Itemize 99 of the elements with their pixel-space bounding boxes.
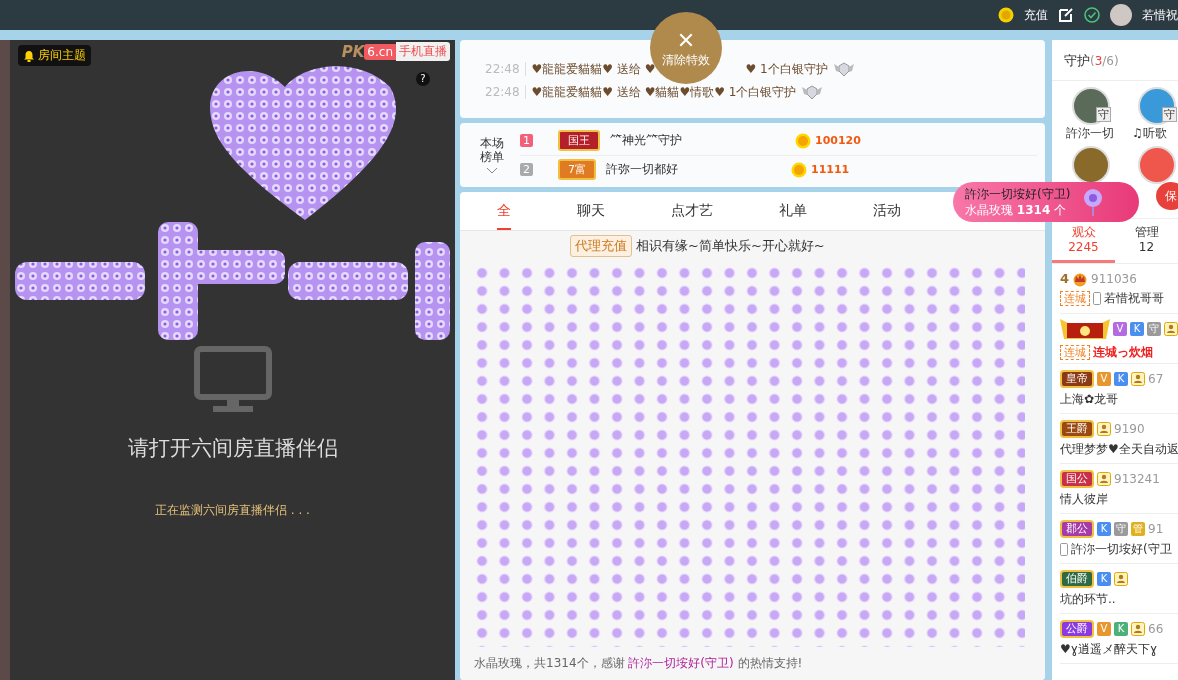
- noble-title-badge: 国公: [1060, 469, 1094, 488]
- viewer-row[interactable]: 郡公 K 守 管 91 許沵一切垵好(守卫: [1060, 514, 1178, 564]
- guard-name[interactable]: ♫听歌: [1132, 125, 1167, 142]
- chat-tab[interactable]: 点才艺: [671, 192, 713, 230]
- privilege-badge: V: [1097, 371, 1111, 386]
- viewer-row[interactable]: 皇帝 V K 67 上海✿龙哥: [1060, 364, 1178, 414]
- privilege-badge: K: [1097, 571, 1111, 586]
- coin-icon: [998, 7, 1014, 23]
- user-link[interactable]: 許沵一切垵好(守卫): [628, 656, 734, 670]
- gift-message: ♥ 1个白银守护: [745, 60, 828, 78]
- chevron-down-icon: [486, 167, 498, 174]
- noble-title-badge: 伯爵: [1060, 569, 1094, 588]
- chat-tab[interactable]: 礼单: [779, 192, 807, 230]
- person-badge-icon: [1131, 621, 1145, 636]
- check-icon[interactable]: [1084, 7, 1100, 23]
- bell-icon: [23, 49, 35, 62]
- guard-title: 守护(3/6): [1052, 40, 1178, 81]
- privilege-badge: 守: [1147, 321, 1161, 336]
- ranking-toggle[interactable]: 本场榜单: [478, 136, 506, 174]
- viewer-name[interactable]: 坑的环节..: [1060, 590, 1116, 608]
- noble-title-badge: 郡公: [1060, 519, 1094, 538]
- viewer-row[interactable]: 伯爵 K 坑的环节..: [1060, 564, 1178, 614]
- chat-tab[interactable]: 聊天: [577, 192, 605, 230]
- viewer-name[interactable]: 若惜祝哥哥: [1104, 289, 1164, 307]
- guard-avatar[interactable]: [1072, 146, 1110, 184]
- gift-time: 22:48: [485, 62, 526, 76]
- level-number: 4: [1060, 271, 1070, 286]
- monitor-icon: [193, 346, 272, 412]
- noble-title-badge: 公爵: [1060, 619, 1094, 638]
- noble-title-badge: 王爵: [1060, 419, 1094, 438]
- winged-shield-icon: [802, 83, 823, 101]
- user-id: 66: [1148, 621, 1164, 636]
- winged-shield-icon: [833, 60, 854, 78]
- viewer-name[interactable]: 代理梦梦♥全天自动返: [1060, 440, 1178, 458]
- person-badge-icon: [1131, 371, 1145, 386]
- viewer-row[interactable]: 国公 913241 情人彼岸: [1060, 464, 1178, 514]
- rank-score: 100120: [815, 134, 861, 147]
- viewer-row[interactable]: 王爵 9190 代理梦梦♥全天自动返: [1060, 414, 1178, 464]
- viewer-name[interactable]: 上海✿龙哥: [1060, 390, 1119, 408]
- close-icon: [678, 31, 694, 48]
- viewer-name[interactable]: 情人彼岸: [1060, 490, 1108, 508]
- gift-time: 22:48: [485, 85, 526, 99]
- connect-tag: 连城: [1060, 344, 1090, 360]
- viewer-name[interactable]: 连城っ炊烟: [1093, 343, 1153, 361]
- viewer-row[interactable]: 4 911036 连城 若惜祝哥哥: [1060, 264, 1178, 314]
- recharge-link[interactable]: 充值: [1024, 6, 1048, 24]
- user-id: 913241: [1114, 471, 1160, 486]
- room-theme-button[interactable]: 房间主题: [18, 45, 91, 66]
- banner-gift-text: 水晶玫瑰 1314 个: [965, 202, 1068, 218]
- rank-number: 1: [520, 134, 533, 147]
- protect-badge[interactable]: 保: [1156, 182, 1178, 210]
- user-avatar[interactable]: [1110, 4, 1132, 26]
- edit-icon[interactable]: [1058, 7, 1074, 23]
- privilege-badge: 管: [1131, 521, 1145, 536]
- ranker-name[interactable]: 許弥一切都好: [606, 161, 791, 178]
- privilege-badge: K: [1114, 621, 1128, 636]
- notice-text: 相识有缘~简单快乐~开心就好~: [636, 237, 825, 255]
- person-badge-icon: [1097, 471, 1111, 486]
- thanks-message: 水晶玫瑰，共1314个，感谢 許沵一切垵好(守卫) 的热情支持!: [474, 655, 804, 672]
- viewer-row[interactable]: 公爵 V K 66 ♥ɣ逍遥メ醉天下ɣ: [1060, 614, 1178, 664]
- gift-message: ♥龍龍爱貓貓♥ 送给 ♥貓貓♥情歌♥ 1个白银守护: [531, 83, 797, 101]
- user-id: 91: [1148, 521, 1164, 536]
- rank-title-badge: 国王: [558, 130, 600, 151]
- person-badge-icon: [1114, 571, 1128, 586]
- guard-name[interactable]: 許沵一切: [1066, 125, 1114, 142]
- user-id: 9190: [1114, 421, 1145, 436]
- viewer-row[interactable]: V K 守 连城 连城っ炊烟: [1060, 314, 1178, 364]
- noble-title-badge: 皇帝: [1060, 369, 1094, 388]
- privilege-badge: K: [1130, 321, 1144, 336]
- ranker-name[interactable]: ⺮神光⺮守护: [610, 132, 795, 149]
- viewer-name[interactable]: ♥ɣ逍遥メ醉天下ɣ: [1060, 640, 1158, 658]
- viewer-tab[interactable]: 管理 12: [1115, 219, 1178, 263]
- coin-icon: [791, 161, 807, 178]
- help-button[interactable]: ?: [416, 72, 430, 86]
- rank-score: 11111: [811, 163, 850, 176]
- chat-tab[interactable]: 活动: [873, 192, 901, 230]
- privilege-badge: 守: [1114, 521, 1128, 536]
- user-id: 911036: [1091, 271, 1137, 286]
- sunburst-badge-icon: [1060, 316, 1110, 341]
- rank-number: 2: [520, 163, 533, 176]
- connect-tag: 连城: [1060, 290, 1090, 306]
- user-name[interactable]: 若惜祝: [1142, 6, 1178, 24]
- privilege-badge: V: [1097, 621, 1111, 636]
- privilege-badge: V: [1113, 321, 1127, 336]
- detecting-status: 正在监测六间房直播伴侣 . . .: [155, 502, 310, 519]
- privilege-badge: K: [1114, 371, 1128, 386]
- guard-badge: 守: [1096, 107, 1111, 122]
- coin-icon: [795, 132, 811, 149]
- privilege-badge: K: [1097, 521, 1111, 536]
- guard-avatar[interactable]: [1138, 146, 1176, 184]
- person-badge-icon: [1097, 421, 1111, 436]
- user-id: 67: [1148, 371, 1164, 386]
- guard-badge: 守: [1162, 107, 1177, 122]
- site-logo: 6.cn: [364, 43, 396, 60]
- banner-sender: 許沵一切垵好(守卫): [965, 186, 1071, 202]
- person-badge-icon: [1164, 321, 1178, 336]
- viewer-name[interactable]: 許沵一切垵好(守卫: [1071, 540, 1172, 558]
- open-companion-prompt: 请打开六间房直播伴侣: [127, 435, 338, 462]
- rank-title-badge: 7富: [558, 159, 596, 180]
